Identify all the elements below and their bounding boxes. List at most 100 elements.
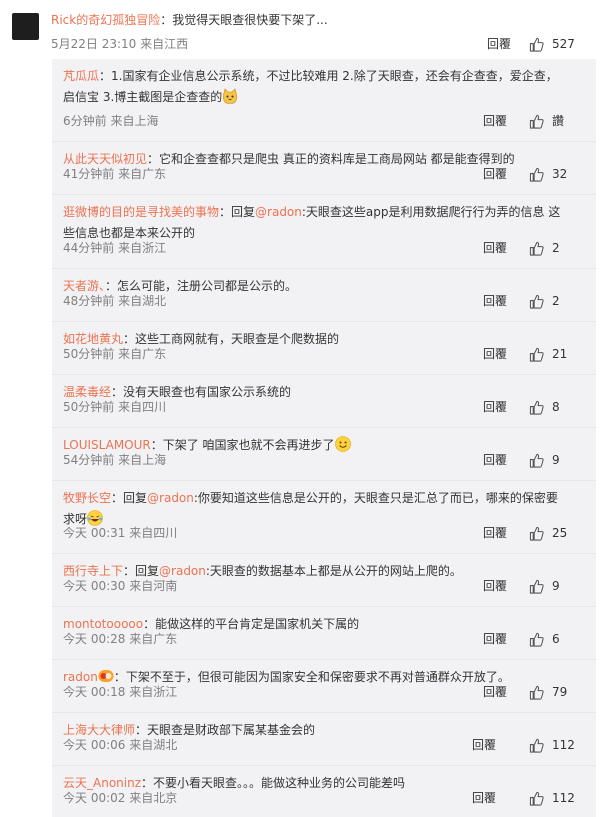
reply-text: 逛微博的目的是寻找美的事物：回复@radon:天眼查这些app是利用数据爬行行为…	[63, 202, 568, 244]
reply-item: 上海大大律师：天眼查是财政部下属某基金会的 今天 00:06 来自湖北 回覆 112	[52, 713, 596, 766]
username-link[interactable]: 上海大大律师	[63, 723, 135, 737]
like-button[interactable]: 79	[529, 683, 567, 701]
reply-button[interactable]: 回覆	[483, 166, 507, 182]
like-count: 527	[552, 37, 575, 51]
like-button[interactable]: 讚	[529, 112, 564, 130]
like-button[interactable]: 9	[529, 577, 560, 595]
reply-body: ：不要小看天眼查。。。能做这种业务的公司能差吗	[141, 776, 406, 790]
reply-button[interactable]: 回覆	[483, 452, 507, 468]
timestamp-location: 今天 00:28 来自广东	[63, 632, 178, 646]
reply-button[interactable]: 回覆	[483, 578, 507, 594]
reply-item: radon ：下架不至于，但很可能因为国家安全和保密要求不再对普通群众开放了。 今天…	[52, 660, 596, 713]
reply-body: ：没有天眼查也有国家公示系统的	[111, 385, 292, 399]
thumbs-up-icon	[529, 685, 544, 700]
reply-button[interactable]: 回覆	[483, 346, 507, 362]
reply-button[interactable]: 回覆	[483, 399, 507, 415]
reply-button[interactable]: 回覆	[483, 684, 507, 700]
top-comment: Rick的奇幻孤独冒险：我觉得天眼查很快要下架了... 5月22日 23:10 …	[0, 0, 600, 56]
like-button[interactable]: 8	[529, 398, 560, 416]
like-button[interactable]: 527	[529, 35, 575, 53]
username-link[interactable]: LOUISLAMOUR	[63, 438, 151, 452]
laugh-cry-emoji-icon	[87, 510, 103, 526]
reply-body: ：回复	[219, 205, 256, 219]
username-link[interactable]: 从此天天似初见	[63, 152, 147, 166]
reply-button[interactable]: 回覆	[483, 113, 507, 129]
like-count: 8	[552, 400, 560, 414]
reply-item: 芃瓜瓜：1.国家有企业信息公示系统，不过比较难用 2.除了天眼查，还会有企查查，…	[52, 59, 596, 142]
reply-button[interactable]: 回覆	[483, 240, 507, 256]
comment-body: ：我觉得天眼查很快要下架了...	[160, 13, 328, 27]
reply-body: ：下架了 咱国家也就不会再进步了	[150, 438, 335, 452]
username-link[interactable]: Rick的奇幻孤独冒险	[51, 13, 160, 27]
username-link[interactable]: 天者游、	[63, 279, 105, 293]
username-link[interactable]: montotooooo	[63, 617, 143, 631]
mention-link[interactable]: @radon	[147, 491, 194, 505]
like-count: 112	[552, 791, 575, 805]
thumbs-up-icon	[529, 453, 544, 468]
reply-button[interactable]: 回覆	[487, 36, 511, 52]
reply-button[interactable]: 回覆	[472, 790, 496, 806]
reply-body: ：怎么可能，注册公司都是公示的。	[105, 279, 298, 293]
reply-button[interactable]: 回覆	[472, 737, 496, 753]
like-button[interactable]: 9	[529, 451, 560, 469]
thumbs-up-icon	[529, 632, 544, 647]
reply-item: 逛微博的目的是寻找美的事物：回复@radon:天眼查这些app是利用数据爬行行为…	[52, 195, 596, 269]
reply-item: montotooooo：能做这样的平台肯定是国家机关下属的 今天 00:28 来自…	[52, 607, 596, 660]
like-button[interactable]: 21	[529, 345, 567, 363]
timestamp-location: 今天 00:31 来自四川	[63, 526, 178, 540]
username-link[interactable]: radon	[63, 670, 98, 684]
like-button[interactable]: 2	[529, 239, 560, 257]
reply-body: ：回复	[111, 491, 148, 505]
reply-button[interactable]: 回覆	[483, 631, 507, 647]
thumbs-up-icon	[529, 294, 544, 309]
reply-text: 芃瓜瓜：1.国家有企业信息公示系统，不过比较难用 2.除了天眼查，还会有企查查，…	[63, 66, 568, 108]
reply-item: 牧野长空：回复@radon:你要知道这些信息是公开的，天眼查只是汇总了而已，哪来…	[52, 481, 596, 554]
reply-body: ：下架不至于，但很可能因为国家安全和保密要求不再对普通群众开放了。	[113, 670, 510, 684]
mention-link[interactable]: @radon	[159, 564, 206, 578]
username-link[interactable]: 芃瓜瓜	[63, 69, 99, 83]
timestamp-location: 今天 00:06 来自湖北	[63, 738, 178, 752]
reply-button[interactable]: 回覆	[483, 525, 507, 541]
reply-body: ：这些工商网就有，天眼查是个爬数据的	[123, 332, 340, 346]
like-count: 9	[552, 579, 560, 593]
thumbs-up-icon	[529, 114, 544, 129]
reply-item: 温柔毒经：没有天眼查也有国家公示系统的 50分钟前 来自四川 回覆 8	[52, 375, 596, 428]
timestamp-location: 今天 00:30 来自河南	[63, 579, 178, 593]
thumbs-up-icon	[529, 167, 544, 182]
thumbs-up-icon	[529, 347, 544, 362]
username-link[interactable]: 西行寺上下	[63, 564, 123, 578]
reply-body-cont: :天眼查的数据基本上都是从公开的网站上爬的。	[205, 564, 462, 578]
avatar[interactable]	[12, 13, 39, 40]
reply-item: 云天_Anoninz：不要小看天眼查。。。能做这种业务的公司能差吗 今天 00:0…	[52, 766, 596, 817]
username-link[interactable]: 逛微博的目的是寻找美的事物	[63, 205, 219, 219]
reply-body: ：天眼查是财政部下属某基金会的	[135, 723, 316, 737]
reply-item: 如花地黄丸：这些工商网就有，天眼查是个爬数据的 50分钟前 来自广东 回覆 21	[52, 322, 596, 375]
username-link[interactable]: 温柔毒经	[63, 385, 111, 399]
cat-emoji-icon	[223, 88, 238, 104]
username-link[interactable]: 如花地黄丸	[63, 332, 123, 346]
reply-item: LOUISLAMOUR：下架了 咱国家也就不会再进步了 54分钟前 来自上海 回覆 9	[52, 428, 596, 481]
like-count: 讚	[552, 114, 565, 128]
like-count: 21	[552, 347, 568, 361]
like-button[interactable]: 112	[529, 736, 575, 754]
username-link[interactable]: 云天_Anoninz	[63, 776, 141, 790]
like-button[interactable]: 25	[529, 524, 567, 542]
like-button[interactable]: 2	[529, 292, 560, 310]
like-button[interactable]: 112	[529, 789, 575, 807]
timestamp-location: 5月22日 23:10 来自江西	[51, 37, 189, 51]
like-button[interactable]: 32	[529, 165, 567, 183]
reply-text: 牧野长空：回复@radon:你要知道这些信息是公开的，天眼查只是汇总了而已，哪来…	[63, 488, 568, 530]
reply-item: 从此天天似初见：它和企查查都只是爬虫 真正的资料库是工商局网站 都是能查得到的 4…	[52, 142, 596, 195]
mention-link[interactable]: @radon	[255, 205, 302, 219]
username-link[interactable]: 牧野长空	[63, 491, 111, 505]
thumbs-up-icon	[529, 37, 544, 52]
timestamp-location: 54分钟前 来自上海	[63, 453, 167, 467]
reply-body: ：回复	[123, 564, 160, 578]
reply-button[interactable]: 回覆	[483, 293, 507, 309]
timestamp-location: 50分钟前 来自广东	[63, 347, 167, 361]
like-button[interactable]: 6	[529, 630, 560, 648]
like-count: 79	[552, 685, 568, 699]
thumbs-up-icon	[529, 791, 544, 806]
thumbs-up-icon	[529, 579, 544, 594]
thumbs-up-icon	[529, 241, 544, 256]
